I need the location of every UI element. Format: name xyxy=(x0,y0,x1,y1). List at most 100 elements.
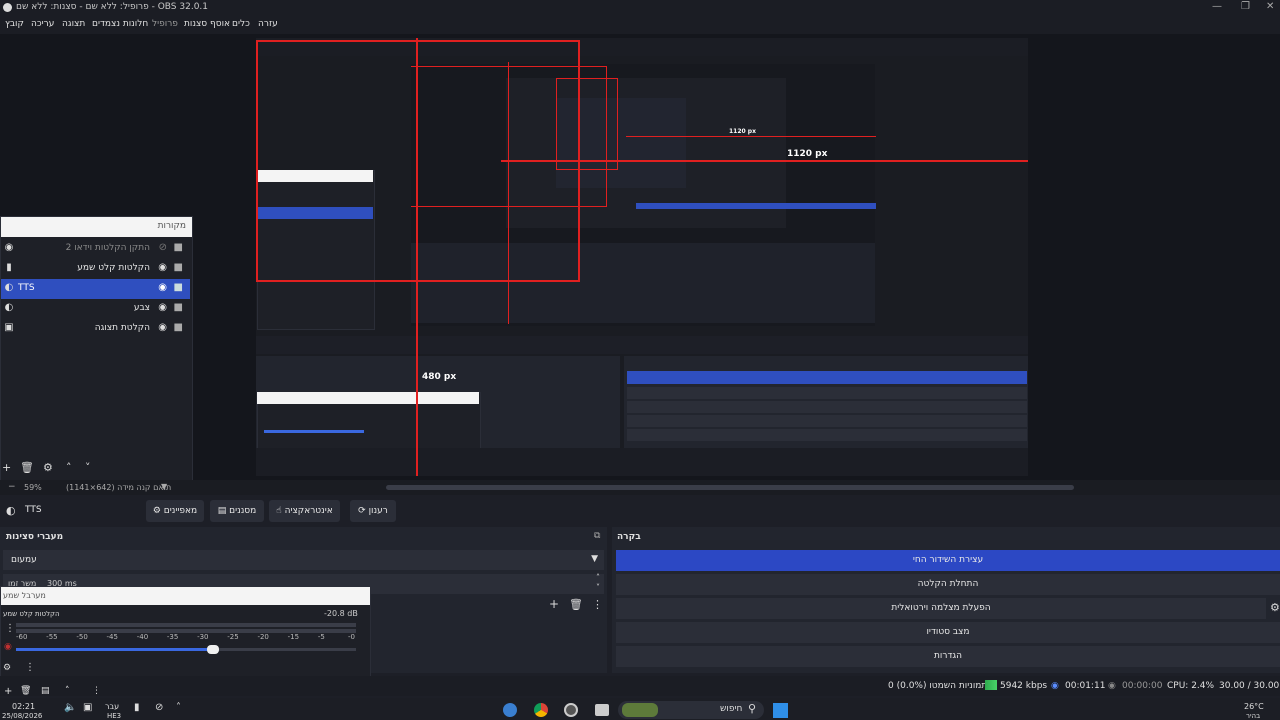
rec-time: 00:00:00 xyxy=(1122,681,1163,691)
gear-icon: ⚙ xyxy=(152,506,164,516)
scene-up-icon[interactable]: ˄ xyxy=(65,686,70,696)
chrome-icon[interactable] xyxy=(534,703,548,717)
refresh-button[interactable]: ⟳ רענון xyxy=(350,500,396,522)
audio-mixer-dock[interactable]: מערבל שמע הקלטות קלט שמע -20.8 dB ⋮ -60-… xyxy=(0,586,371,680)
filter-icon: ▤ xyxy=(217,506,230,516)
source-item[interactable]: ◐ צבע ◉ ■ xyxy=(1,299,190,319)
visibility-icon[interactable]: ◉ xyxy=(158,302,167,313)
mixer-settings-icon[interactable]: ⚙ xyxy=(3,663,11,673)
stop-streaming-button[interactable]: עצירת השידור החי xyxy=(616,550,1280,571)
virtual-camera-button[interactable]: הפעלת מצלמה וירטואלית xyxy=(616,598,1266,619)
remove-scene-icon[interactable]: 🗑 xyxy=(20,686,31,696)
source-item[interactable]: ▣ הקלטת תצוגה ◉ ■ xyxy=(1,319,190,339)
menu-tools[interactable]: כלים xyxy=(232,19,250,29)
lock-icon[interactable]: ■ xyxy=(174,322,183,333)
source-label: TTS xyxy=(18,283,35,293)
transition-selected: עמעום xyxy=(11,555,37,565)
menu-view[interactable]: תצוגה xyxy=(62,19,85,29)
menu-edit[interactable]: עריכה xyxy=(31,19,54,29)
sources-dock-header[interactable]: מקורות xyxy=(1,217,192,237)
scene-menu-icon[interactable]: ⋮ xyxy=(92,686,101,696)
lock-icon[interactable]: ■ xyxy=(174,262,183,273)
move-up-icon[interactable]: ˄ xyxy=(66,461,72,474)
mute-icon[interactable]: ◉ xyxy=(4,642,12,652)
mixer-menu-icon[interactable]: ⋮ xyxy=(25,662,35,673)
undock-icon[interactable]: ⧉ xyxy=(594,531,600,541)
source-label: צבע xyxy=(133,303,150,313)
source-item[interactable]: ◉ התקן הקלטות וידאו 2 ⊘ ■ xyxy=(1,239,190,259)
interact-button[interactable]: ☝ אינטראקציה xyxy=(269,500,340,522)
volume-thumb[interactable] xyxy=(207,645,220,654)
lock-icon[interactable]: ■ xyxy=(174,242,183,253)
virtual-camera-settings-icon[interactable]: ⚙ xyxy=(1270,601,1280,614)
spin-down-icon[interactable]: ˅ xyxy=(596,583,600,592)
remove-transition-icon[interactable]: 🗑 xyxy=(569,598,583,611)
preview-scrollbar[interactable] xyxy=(386,485,1074,490)
spin-up-icon[interactable]: ˄ xyxy=(596,573,600,582)
filters-button[interactable]: ▤ מסננים xyxy=(210,500,264,522)
guide-line xyxy=(508,62,509,324)
add-scene-icon[interactable]: + xyxy=(4,686,12,697)
mic-tray-icon[interactable]: ▮ xyxy=(134,702,140,713)
source-label: הקלטות קלט שמע xyxy=(77,263,150,273)
steam-icon[interactable] xyxy=(503,703,517,717)
menu-docks[interactable]: חלונות נצמדים xyxy=(92,19,148,29)
transition-menu-icon[interactable]: ⋮ xyxy=(592,598,603,611)
remove-source-icon[interactable]: 🗑 xyxy=(20,461,34,474)
visibility-hidden-icon[interactable]: ⊘ xyxy=(159,242,167,253)
sources-dock[interactable]: מקורות ◉ התקן הקלטות וידאו 2 ⊘ ■ ▮ הקלטו… xyxy=(0,216,193,481)
move-down-icon[interactable]: ˅ xyxy=(85,461,91,474)
volume-slider[interactable] xyxy=(16,645,356,654)
menu-help[interactable]: עזרה xyxy=(258,19,278,29)
add-transition-icon[interactable]: + xyxy=(549,597,559,611)
lock-icon[interactable]: ■ xyxy=(174,282,183,293)
taskbar-date: 25/08/2026 xyxy=(2,712,43,720)
visibility-icon[interactable]: ◉ xyxy=(158,262,167,273)
tray-overflow-icon[interactable]: ˄ xyxy=(176,702,181,713)
visibility-icon[interactable]: ◉ xyxy=(158,282,167,293)
sources-toolbar: + 🗑 ⚙ ˄ ˅ xyxy=(1,459,190,479)
menu-profile[interactable]: פרופיל xyxy=(152,19,178,29)
audio-mixer-header[interactable]: מערבל שמע xyxy=(1,587,370,605)
menu-scene-collection[interactable]: אוסף סצנות xyxy=(184,19,230,29)
display-icon[interactable]: ▣ xyxy=(83,702,92,713)
windows-start-icon[interactable] xyxy=(773,703,788,718)
add-source-icon[interactable]: + xyxy=(2,461,11,474)
start-recording-button[interactable]: התחלת הקלטה xyxy=(616,574,1280,595)
refresh-label: רענון xyxy=(368,506,388,516)
maximize-button[interactable]: ❐ xyxy=(1241,1,1250,12)
lock-icon[interactable]: ■ xyxy=(174,302,183,313)
chevron-down-icon: ▼ xyxy=(591,554,598,564)
properties-button[interactable]: ⚙ מאפיינים xyxy=(146,500,204,522)
volume-icon[interactable]: 🔈 xyxy=(64,702,76,713)
mixer-db-value: -20.8 dB xyxy=(324,609,358,618)
source-properties-icon[interactable]: ⚙ xyxy=(43,461,53,474)
settings-button[interactable]: הגדרות xyxy=(616,646,1280,667)
scene-filters-icon[interactable]: ▤ xyxy=(41,686,50,696)
rec-icon: ◉ xyxy=(1108,681,1116,691)
source-label: התקן הקלטות וידאו 2 xyxy=(65,243,150,253)
meter-tick-label: -30 xyxy=(197,633,209,641)
channel-menu-icon[interactable]: ⋮ xyxy=(5,623,15,634)
file-explorer-icon[interactable] xyxy=(595,704,609,716)
source-item[interactable]: ▮ הקלטות קלט שמע ◉ ■ xyxy=(1,259,190,279)
zoom-dropdown-icon[interactable]: ▼ xyxy=(161,482,167,491)
zoom-label[interactable]: תואם קנה מידה (642×1141) xyxy=(66,483,171,492)
network-off-icon[interactable]: ⊘ xyxy=(155,702,163,713)
close-button[interactable]: ✕ xyxy=(1266,1,1274,12)
visibility-icon[interactable]: ◉ xyxy=(158,322,167,333)
guide-line xyxy=(256,40,258,282)
meter-tick-label: -15 xyxy=(287,633,300,641)
zoom-out-icon[interactable]: − xyxy=(8,482,16,492)
transition-select[interactable]: עמעום ▼ xyxy=(3,550,604,570)
nested-preview-capture: 1120 px 1120 px 480 px xyxy=(256,38,1028,476)
language-indicator[interactable]: עבר xyxy=(105,702,119,711)
taskbar-search[interactable]: חיפוש ⚲ xyxy=(618,701,764,719)
signal-icon xyxy=(985,680,997,690)
weather-status: בהיר xyxy=(1246,712,1261,720)
obs-taskbar-icon[interactable] xyxy=(564,703,578,717)
minimize-button[interactable]: — xyxy=(1212,1,1222,12)
menu-file[interactable]: קובץ xyxy=(5,19,24,29)
source-item-selected[interactable]: ◐ TTS ◉ ■ xyxy=(1,279,190,299)
studio-mode-button[interactable]: מצב סטודיו xyxy=(616,622,1280,643)
